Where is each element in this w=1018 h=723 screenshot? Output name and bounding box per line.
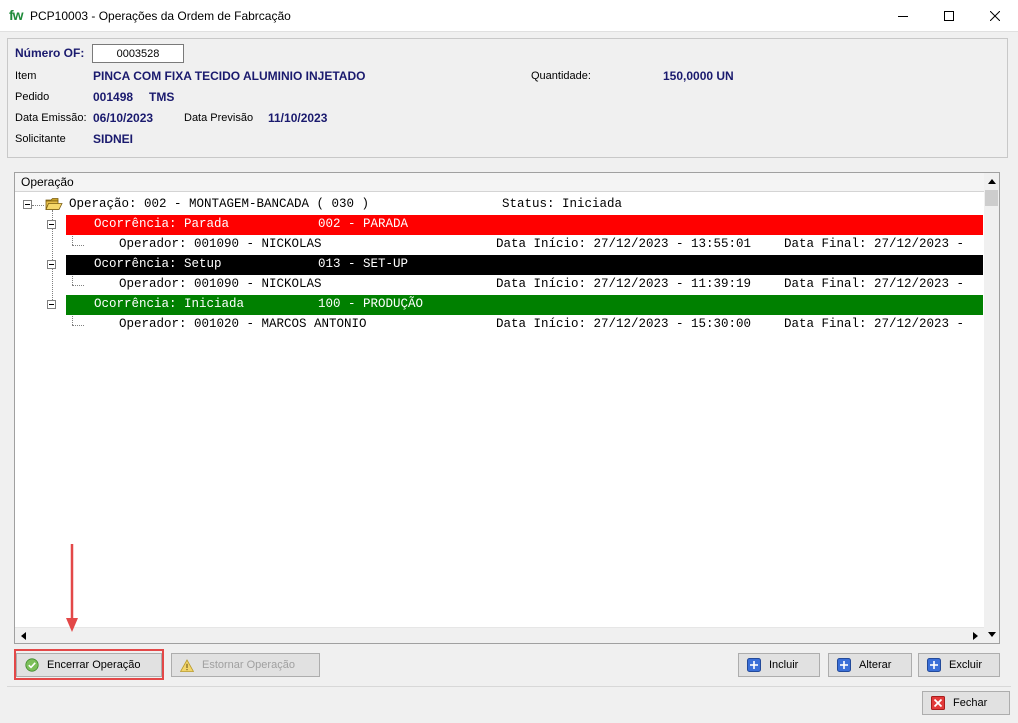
scroll-up-icon [987, 179, 996, 184]
numero-of-field[interactable]: 0003528 [92, 44, 184, 63]
minimize-button[interactable] [880, 0, 926, 31]
collapse-occurrence-toggle[interactable] [47, 220, 56, 229]
minimize-icon [898, 15, 908, 17]
tree-column-header[interactable]: Operação [15, 173, 984, 192]
occurrence-code: 002 - PARADA [318, 217, 409, 231]
operator-row[interactable]: Operador: 001090 - NICKOLAS [119, 237, 322, 251]
maximize-icon [944, 10, 954, 21]
pedido-extra: TMS [149, 90, 175, 104]
collapse-occurrence-toggle[interactable] [47, 300, 56, 309]
occurrence-label: Ocorrência: Setup [94, 257, 222, 271]
alterar-button[interactable]: Alterar [828, 653, 912, 677]
data-inicio: Data Início: 27/12/2023 - 13:55:01 [496, 237, 752, 251]
scroll-left-button[interactable] [16, 628, 31, 643]
warning-icon [180, 658, 194, 672]
data-previsao-value: 11/10/2023 [268, 111, 328, 125]
data-inicio: Data Início: 27/12/2023 - 15:30:00 [496, 317, 752, 331]
tree-connector [72, 325, 84, 326]
operation-status: Status: Iniciada [502, 197, 623, 211]
fechar-button[interactable]: Fechar [922, 691, 1010, 715]
plus-icon [747, 658, 761, 672]
data-emissao-label: Data Emissão: [15, 112, 87, 124]
scroll-right-button[interactable] [968, 628, 983, 643]
annotation-arrow-icon [64, 544, 80, 634]
tree-connector [72, 245, 84, 246]
plus-icon [837, 658, 851, 672]
data-inicio: Data Início: 27/12/2023 - 11:39:19 [496, 277, 752, 291]
scroll-up-button[interactable] [984, 174, 999, 189]
collapse-occurrence-toggle[interactable] [47, 260, 56, 269]
numero-of-label: Número OF: [15, 46, 85, 60]
scroll-down-button[interactable] [984, 627, 999, 642]
horizontal-scrollbar[interactable] [15, 627, 984, 643]
maximize-button[interactable] [926, 0, 972, 31]
occurrence-code: 013 - SET-UP [318, 257, 409, 271]
occurrence-code: 100 - PRODUÇÃO [318, 297, 424, 311]
operator-row[interactable]: Operador: 001020 - MARCOS ANTONIO [119, 317, 367, 331]
data-final: Data Final: 27/12/2023 - [784, 277, 965, 291]
quantidade-label: Quantidade: [531, 70, 591, 82]
window-title: PCP10003 - Operações da Ordem de Fabrcaç… [30, 9, 291, 23]
scroll-down-icon [987, 632, 996, 637]
tree-connector [72, 285, 84, 286]
title-bar: fw PCP10003 - Operações da Ordem de Fabr… [0, 0, 1018, 32]
item-value: PINCA COM FIXA TECIDO ALUMINIO INJETADO [93, 69, 366, 83]
estornar-operacao-button[interactable]: Estornar Operação [171, 653, 320, 677]
operation-node-label[interactable]: Operação: 002 - MONTAGEM-BANCADA ( 030 ) [69, 197, 369, 211]
close-icon [990, 10, 1000, 21]
excluir-button[interactable]: Excluir [918, 653, 1000, 677]
occurrence-label: Ocorrência: Iniciada [94, 297, 245, 311]
close-red-icon [931, 696, 945, 710]
data-emissao-value: 06/10/2023 [93, 111, 154, 125]
scroll-left-icon [21, 631, 26, 640]
encerrar-operacao-button[interactable]: Encerrar Operação [16, 653, 162, 677]
app-logo-icon: fw [9, 7, 24, 23]
pedido-label: Pedido [15, 91, 50, 103]
vertical-scrollbar[interactable] [984, 173, 999, 643]
plus-icon [927, 658, 941, 672]
collapse-operation-toggle[interactable] [23, 200, 32, 209]
data-previsao-label: Data Previsão [184, 112, 254, 124]
occurrence-label: Ocorrência: Parada [94, 217, 230, 231]
data-final: Data Final: 27/12/2023 - [784, 237, 965, 251]
operator-row[interactable]: Operador: 001090 - NICKOLAS [119, 277, 322, 291]
tree-connector [32, 205, 44, 206]
solicitante-value: SIDNEI [93, 132, 134, 146]
footer-divider [7, 686, 1011, 687]
vertical-scroll-thumb[interactable] [985, 190, 998, 206]
solicitante-label: Solicitante [15, 133, 66, 145]
check-circle-icon [25, 658, 39, 672]
scroll-right-icon [973, 631, 978, 640]
close-window-button[interactable] [972, 0, 1018, 31]
item-label: Item [15, 70, 37, 82]
folder-open-icon [45, 197, 63, 211]
quantidade-value: 150,0000 UN [663, 69, 734, 83]
pedido-value: 001498 [93, 90, 134, 104]
data-final: Data Final: 27/12/2023 - [784, 317, 965, 331]
incluir-button[interactable]: Incluir [738, 653, 820, 677]
